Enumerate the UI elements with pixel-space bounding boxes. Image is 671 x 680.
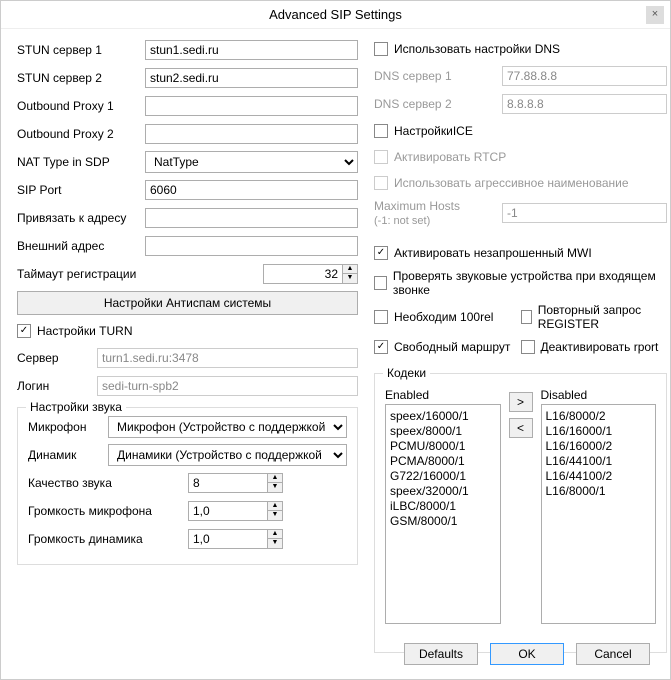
quality-down[interactable]: ▼ xyxy=(268,483,282,492)
codec-item[interactable]: L16/8000/1 xyxy=(546,484,652,499)
turn-login-label: Логин xyxy=(17,379,97,393)
codec-item[interactable]: G722/16000/1 xyxy=(390,469,496,484)
use-dns-checkbox[interactable] xyxy=(374,42,388,56)
sound-settings-group: Настройки звука Микрофон Микрофон (Устро… xyxy=(17,407,358,565)
sip-port-label: SIP Port xyxy=(17,183,145,197)
cancel-button[interactable]: Cancel xyxy=(576,643,650,665)
mic-label: Микрофон xyxy=(28,420,108,434)
enabled-codecs-list[interactable]: speex/16000/1speex/8000/1PCMU/8000/1PCMA… xyxy=(385,404,501,624)
reg-timeout-input[interactable] xyxy=(263,264,343,284)
quality-input[interactable] xyxy=(188,473,268,493)
stun1-input[interactable] xyxy=(145,40,358,60)
rtcp-checkbox xyxy=(374,150,388,164)
mwi-checkbox[interactable] xyxy=(374,246,388,260)
turn-checkbox[interactable] xyxy=(17,324,31,338)
external-address-input[interactable] xyxy=(145,236,358,256)
check-sound-checkbox[interactable] xyxy=(374,276,387,290)
maxhosts-input xyxy=(502,203,667,223)
enabled-codecs-label: Enabled xyxy=(385,388,501,402)
speaker-select[interactable]: Динамики (Устройство с поддержкой xyxy=(108,444,347,466)
check-sound-label: Проверять звуковые устройства при входящ… xyxy=(393,269,667,297)
speaker-volume-up[interactable]: ▲ xyxy=(268,530,282,539)
reg-timeout-label: Таймаут регистрации xyxy=(17,267,145,281)
aggressive-checkbox xyxy=(374,176,388,190)
dns2-label: DNS сервер 2 xyxy=(374,97,502,111)
ok-button[interactable]: OK xyxy=(490,643,564,665)
move-right-button[interactable]: > xyxy=(509,392,533,412)
turn-login-input[interactable] xyxy=(97,376,358,396)
sound-settings-legend: Настройки звука xyxy=(26,400,126,414)
maxhosts-label: Maximum Hosts(-1: not set) xyxy=(374,199,502,227)
disabled-codecs-list[interactable]: L16/8000/2L16/16000/1L16/16000/2L16/4410… xyxy=(541,404,657,624)
codec-item[interactable]: PCMU/8000/1 xyxy=(390,439,496,454)
turn-server-label: Сервер xyxy=(17,351,97,365)
speaker-volume-label: Громкость динамика xyxy=(28,532,188,546)
stun1-label: STUN сервер 1 xyxy=(17,43,145,57)
codec-item[interactable]: L16/16000/2 xyxy=(546,439,652,454)
codec-item[interactable]: speex/32000/1 xyxy=(390,484,496,499)
speaker-volume-down[interactable]: ▼ xyxy=(268,539,282,548)
speaker-label: Динамик xyxy=(28,448,108,462)
aggressive-label: Использовать агрессивное наименование xyxy=(394,176,629,190)
title-bar: Advanced SIP Settings × xyxy=(1,1,670,29)
codec-item[interactable]: L16/8000/2 xyxy=(546,409,652,424)
stun2-input[interactable] xyxy=(145,68,358,88)
codec-item[interactable]: iLBC/8000/1 xyxy=(390,499,496,514)
move-left-button[interactable]: < xyxy=(509,418,533,438)
quality-label: Качество звука xyxy=(28,476,188,490)
mic-volume-up[interactable]: ▲ xyxy=(268,502,282,511)
nat-type-label: NAT Type in SDP xyxy=(17,155,145,169)
dns2-input xyxy=(502,94,667,114)
defaults-button[interactable]: Defaults xyxy=(404,643,478,665)
outbound-proxy1-input[interactable] xyxy=(145,96,358,116)
codec-item[interactable]: L16/44100/2 xyxy=(546,469,652,484)
codecs-legend: Кодеки xyxy=(383,366,430,380)
reregister-label: Повторный запрос REGISTER xyxy=(538,303,667,331)
reg-timeout-up[interactable]: ▲ xyxy=(343,265,357,274)
codec-item[interactable]: speex/8000/1 xyxy=(390,424,496,439)
dns1-label: DNS сервер 1 xyxy=(374,69,502,83)
stun2-label: STUN сервер 2 xyxy=(17,71,145,85)
100rel-label: Необходим 100rel xyxy=(394,310,493,324)
ice-checkbox[interactable] xyxy=(374,124,388,138)
mic-volume-input[interactable] xyxy=(188,501,268,521)
free-route-checkbox[interactable] xyxy=(374,340,388,354)
outbound-proxy2-label: Outbound Proxy 2 xyxy=(17,127,145,141)
codec-item[interactable]: L16/44100/1 xyxy=(546,454,652,469)
codec-item[interactable]: PCMA/8000/1 xyxy=(390,454,496,469)
mic-select[interactable]: Микрофон (Устройство с поддержкой xyxy=(108,416,347,438)
turn-label: Настройки TURN xyxy=(37,324,133,338)
reg-timeout-down[interactable]: ▼ xyxy=(343,274,357,283)
nat-type-select[interactable]: NatType xyxy=(145,151,358,173)
codec-item[interactable]: speex/16000/1 xyxy=(390,409,496,424)
speaker-volume-input[interactable] xyxy=(188,529,268,549)
rtcp-label: Активировать RTCP xyxy=(394,150,506,164)
mic-volume-down[interactable]: ▼ xyxy=(268,511,282,520)
turn-server-input[interactable] xyxy=(97,348,358,368)
close-button[interactable]: × xyxy=(646,6,664,24)
100rel-checkbox[interactable] xyxy=(374,310,388,324)
external-address-label: Внешний адрес xyxy=(17,239,145,253)
disabled-codecs-label: Disabled xyxy=(541,388,657,402)
free-route-label: Свободный маршрут xyxy=(394,340,510,354)
codec-item[interactable]: GSM/8000/1 xyxy=(390,514,496,529)
use-dns-label: Использовать настройки DNS xyxy=(394,42,560,56)
bind-address-input[interactable] xyxy=(145,208,358,228)
ice-label: НастройкиICE xyxy=(394,124,473,138)
mic-volume-label: Громкость микрофона xyxy=(28,504,188,518)
bind-address-label: Привязать к адресу xyxy=(17,211,145,225)
window-title: Advanced SIP Settings xyxy=(269,7,402,22)
outbound-proxy2-input[interactable] xyxy=(145,124,358,144)
dns1-input xyxy=(502,66,667,86)
antispam-settings-button[interactable]: Настройки Антиспам системы xyxy=(17,291,358,315)
outbound-proxy1-label: Outbound Proxy 1 xyxy=(17,99,145,113)
sip-port-input[interactable] xyxy=(145,180,358,200)
mwi-label: Активировать незапрошенный MWI xyxy=(394,246,592,260)
disable-rport-checkbox[interactable] xyxy=(521,340,535,354)
codec-item[interactable]: L16/16000/1 xyxy=(546,424,652,439)
codecs-group: Кодеки Enabled speex/16000/1speex/8000/1… xyxy=(374,373,667,653)
disable-rport-label: Деактивировать rport xyxy=(541,340,659,354)
quality-up[interactable]: ▲ xyxy=(268,474,282,483)
reregister-checkbox[interactable] xyxy=(521,310,532,324)
